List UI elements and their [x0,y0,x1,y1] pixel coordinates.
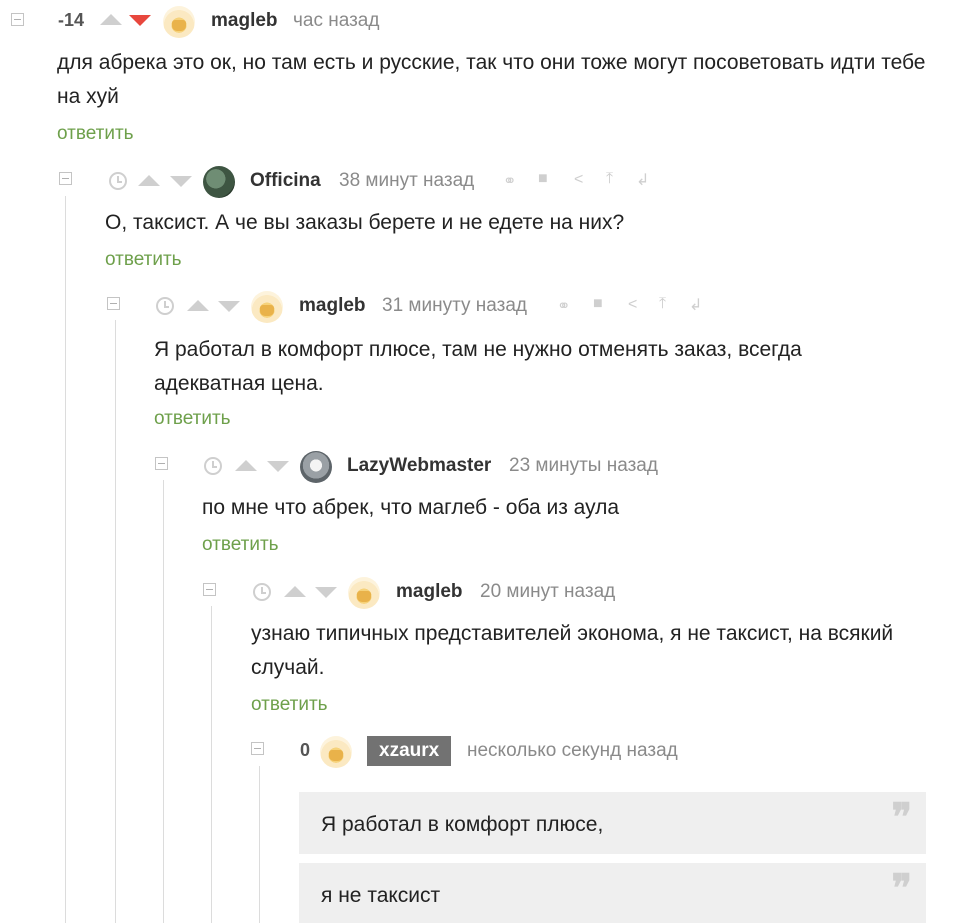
link-icon[interactable]: ⚭ [503,171,516,191]
clock-icon [253,583,271,601]
reply-link[interactable]: ответить [202,534,279,556]
quote-text: Я работал в комфорт плюсе, [321,813,604,836]
upvote-icon[interactable] [100,14,122,25]
upvote-icon[interactable] [138,175,160,186]
thread-line [115,320,116,923]
quote-icon: ❞ [891,794,912,839]
upvote-icon[interactable] [187,300,209,311]
reply-link[interactable]: ответить [154,408,231,430]
link-icon[interactable]: ⚭ [557,296,570,316]
share-icon[interactable]: < [628,296,637,314]
username-badge[interactable]: xzaurx [367,736,452,766]
upvote-icon[interactable] [284,586,306,597]
clock-icon [109,172,127,190]
scroll-to-parent-icon[interactable]: ⤒ [659,295,666,313]
downvote-icon[interactable] [267,461,289,472]
collapse-toggle-icon[interactable] [59,172,72,185]
clock-icon [204,457,222,475]
avatar[interactable] [348,577,380,609]
save-icon[interactable]: ■ [538,170,548,188]
comment-rating: 0 [300,740,311,760]
thread-line [259,766,260,923]
thread-line [211,606,212,923]
comment-text: О, таксист. А че вы заказы берете и не е… [105,211,625,234]
comment-rating: -14 [58,10,85,30]
comment-time[interactable]: 23 минуты назад [509,455,658,477]
share-icon[interactable]: < [574,171,583,189]
downvote-icon[interactable] [170,176,192,187]
quote-icon: ❞ [891,865,912,910]
username[interactable]: magleb [299,295,366,317]
comment-text: по мне что абрек, что маглеб - оба из ау… [202,496,620,519]
quote-text: я не таксист [321,884,441,907]
downvote-icon[interactable] [315,587,337,598]
thread-line [65,196,66,923]
clock-icon [156,297,174,315]
collapse-toggle-icon[interactable] [203,583,216,596]
comment-time[interactable]: 38 минут назад [339,170,474,192]
downvote-icon[interactable] [218,301,240,312]
upvote-icon[interactable] [235,460,257,471]
scroll-to-parent-icon[interactable]: ⤒ [606,170,613,188]
reply-link[interactable]: ответить [57,123,134,145]
collapse-toggle-icon[interactable] [11,13,24,26]
avatar[interactable] [320,736,352,768]
save-icon[interactable]: ■ [593,295,603,313]
reply-link[interactable]: ответить [251,694,328,716]
branch-icon[interactable]: ↲ [636,170,649,190]
thread-line [163,480,164,923]
comment-time[interactable]: несколько секунд назад [467,740,678,762]
comment-time[interactable]: 31 минуту назад [382,295,527,317]
avatar[interactable] [300,451,332,483]
collapse-toggle-icon[interactable] [107,297,120,310]
avatar[interactable] [203,166,235,198]
comment-time[interactable]: час назад [293,10,379,32]
comment-time[interactable]: 20 минут назад [480,581,615,603]
username[interactable]: magleb [211,10,278,32]
collapse-toggle-icon[interactable] [251,742,264,755]
username[interactable]: Officina [250,170,321,192]
comment-text: узнаю типичных представителей эконома, я… [251,622,894,679]
avatar[interactable] [163,6,195,38]
branch-icon[interactable]: ↲ [689,295,702,315]
comment-text: для абрека это ок, но там есть и русские… [57,51,926,108]
downvote-icon[interactable] [129,15,151,26]
comment-text: Я работал в комфорт плюсе, там не нужно … [154,338,802,395]
reply-link[interactable]: ответить [105,249,182,271]
collapse-toggle-icon[interactable] [155,457,168,470]
avatar[interactable] [251,291,283,323]
quote-block: я не таксист ❞ [299,863,926,923]
username[interactable]: LazyWebmaster [347,455,491,477]
username[interactable]: magleb [396,581,463,603]
quote-block: Я работал в комфорт плюсе, ❞ [299,792,926,854]
